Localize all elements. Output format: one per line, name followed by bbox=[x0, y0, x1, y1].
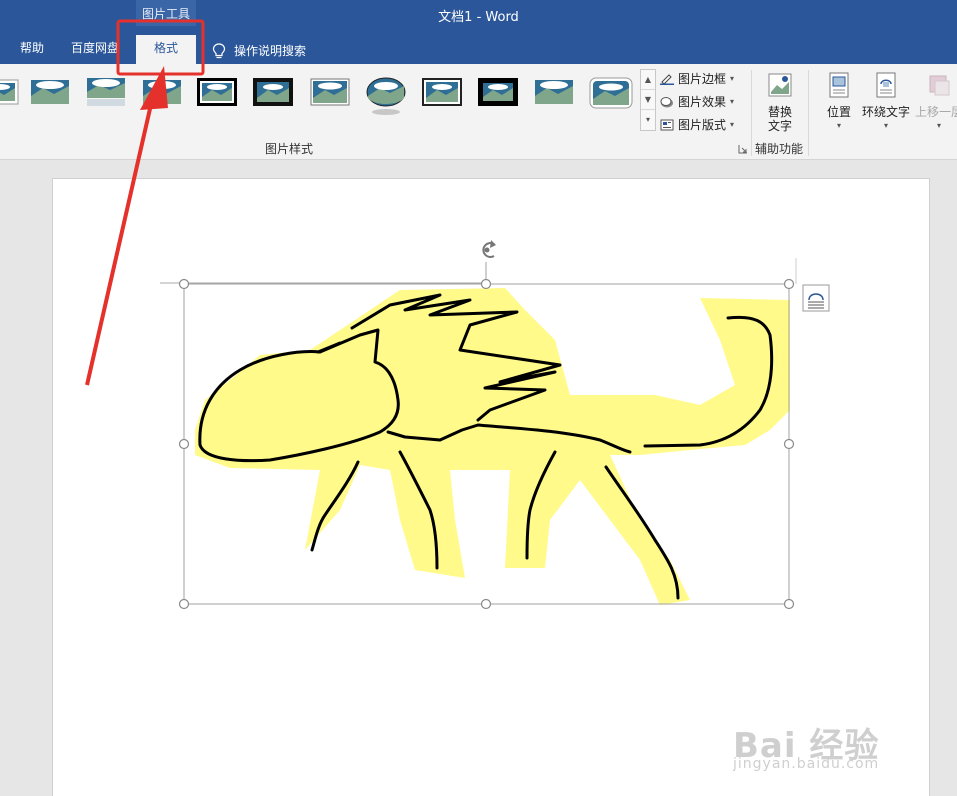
resize-handle-top-right[interactable] bbox=[783, 278, 795, 290]
rotate-handle-icon[interactable] bbox=[482, 240, 496, 258]
resize-handle-bottom[interactable] bbox=[480, 598, 492, 610]
watermark-url: jingyan.baidu.com bbox=[733, 756, 880, 772]
resize-handle-bottom-right[interactable] bbox=[783, 598, 795, 610]
resize-handle-top-left[interactable] bbox=[178, 278, 190, 290]
canvas-overlay bbox=[85, 19, 830, 610]
annotation-highlight bbox=[85, 19, 205, 386]
resize-handle-bottom-left[interactable] bbox=[178, 598, 190, 610]
drawing-fill bbox=[195, 288, 790, 605]
inserted-picture[interactable] bbox=[195, 288, 790, 605]
layout-options-icon[interactable] bbox=[802, 284, 830, 312]
resize-handle-top[interactable] bbox=[480, 278, 492, 290]
resize-handle-left[interactable] bbox=[178, 438, 190, 450]
resize-handle-right[interactable] bbox=[783, 438, 795, 450]
baidu-jingyan-watermark: Bai 经验 jingyan.baidu.com bbox=[733, 718, 879, 772]
